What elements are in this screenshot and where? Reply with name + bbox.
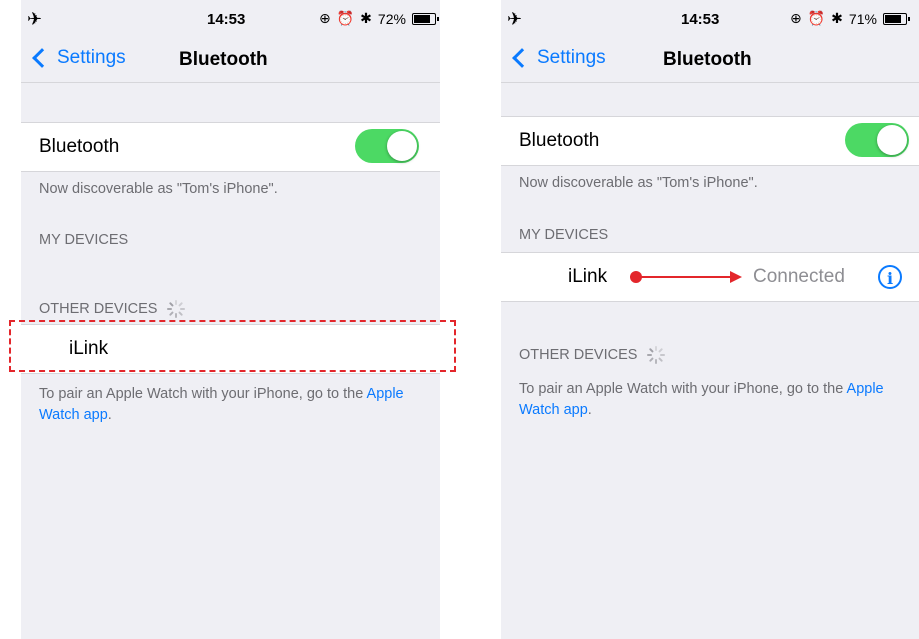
toggle-knob	[877, 125, 907, 155]
airplane-icon: ✈	[507, 9, 523, 29]
loading-spinner-icon	[647, 346, 666, 364]
status-time: 14:53	[681, 11, 720, 28]
other-devices-label: OTHER DEVICES	[39, 301, 158, 317]
spinner-spoke	[169, 311, 175, 317]
battery-icon	[411, 12, 439, 25]
bluetooth-toggle[interactable]	[355, 129, 419, 163]
right-phone-screen: ✈ 14:53 ⊕ ⏰ ✱ 71% Settings Bluetooth Blu…	[501, 0, 919, 639]
pair-text-body: To pair an Apple Watch with your iPhone,…	[519, 381, 847, 397]
pair-watch-text: To pair an Apple Watch with your iPhone,…	[519, 379, 909, 421]
spinner-spoke	[178, 311, 184, 317]
device-name: iLink	[568, 266, 608, 287]
spinner-spoke	[178, 301, 184, 307]
bluetooth-row: Bluetooth	[21, 122, 440, 172]
orientation-lock-icon: ⊕	[790, 10, 802, 26]
status-bar: ✈ 14:53 ⊕ ⏰ ✱ 72%	[21, 0, 440, 36]
my-devices-label: MY DEVICES	[519, 227, 609, 243]
discoverable-text: Now discoverable as "Tom's iPhone".	[39, 181, 278, 197]
bluetooth-icon: ✱	[831, 10, 843, 26]
spinner-spoke	[660, 354, 666, 356]
spinner-spoke	[655, 346, 658, 351]
battery-percent: 71%	[848, 10, 877, 27]
pair-text-end: .	[107, 407, 112, 423]
my-devices-header: MY DEVICES	[39, 232, 128, 248]
pair-watch-text: To pair an Apple Watch with your iPhone,…	[39, 384, 430, 426]
highlight-annotation	[9, 320, 456, 372]
spinner-spoke	[167, 308, 173, 310]
toggle-knob	[387, 131, 417, 161]
spinner-spoke	[175, 313, 178, 318]
nav-bar: Settings Bluetooth	[21, 36, 440, 83]
nav-bar: Settings Bluetooth	[501, 36, 919, 83]
annotation-arrow-head	[730, 271, 742, 283]
other-devices-header: OTHER DEVICES	[519, 346, 666, 364]
spinner-spoke	[649, 357, 655, 363]
spinner-spoke	[169, 301, 175, 307]
connection-status: Connected	[753, 266, 845, 287]
status-time: 14:53	[207, 11, 246, 28]
page-title: Bluetooth	[663, 49, 752, 70]
bluetooth-toggle[interactable]	[845, 123, 909, 157]
device-row-ilink[interactable]: iLink Connected i	[501, 252, 919, 302]
back-button[interactable]: Settings	[29, 47, 126, 69]
battery-percent: 72%	[377, 10, 406, 27]
status-bar: ✈ 14:53 ⊕ ⏰ ✱ 71%	[501, 0, 919, 36]
other-devices-header: OTHER DEVICES	[39, 300, 186, 318]
discoverable-text: Now discoverable as "Tom's iPhone".	[519, 175, 758, 191]
back-label: Settings	[537, 47, 606, 68]
back-button[interactable]: Settings	[509, 47, 606, 69]
spinner-spoke	[647, 354, 653, 356]
other-devices-label: OTHER DEVICES	[519, 347, 638, 363]
battery-icon	[882, 12, 910, 25]
status-icons: ⊕ ⏰ ✱ 71%	[790, 10, 910, 27]
spinner-spoke	[655, 359, 658, 364]
alarm-icon: ⏰	[336, 10, 355, 26]
pair-text-body: To pair an Apple Watch with your iPhone,…	[39, 386, 367, 402]
back-label: Settings	[57, 47, 126, 68]
bluetooth-label: Bluetooth	[519, 130, 600, 151]
alarm-icon: ⏰	[807, 10, 826, 26]
chevron-left-icon	[512, 48, 532, 68]
annotation-arrow-line	[638, 276, 732, 278]
loading-spinner-icon	[167, 300, 186, 318]
spinner-spoke	[658, 347, 664, 353]
page-title: Bluetooth	[179, 49, 268, 70]
chevron-left-icon	[32, 48, 52, 68]
bluetooth-label: Bluetooth	[39, 136, 120, 157]
status-icons: ⊕ ⏰ ✱ 72%	[319, 10, 439, 27]
bluetooth-row: Bluetooth	[501, 116, 919, 166]
spinner-spoke	[658, 357, 664, 363]
my-devices-header: MY DEVICES	[519, 227, 608, 243]
bluetooth-icon: ✱	[360, 10, 372, 26]
spinner-spoke	[649, 347, 655, 353]
airplane-icon: ✈	[27, 9, 43, 29]
info-icon[interactable]: i	[878, 265, 902, 289]
my-devices-label: MY DEVICES	[39, 232, 129, 248]
pair-text-end: .	[587, 402, 592, 418]
spinner-spoke	[180, 308, 186, 310]
orientation-lock-icon: ⊕	[319, 10, 331, 26]
spinner-spoke	[175, 300, 178, 305]
